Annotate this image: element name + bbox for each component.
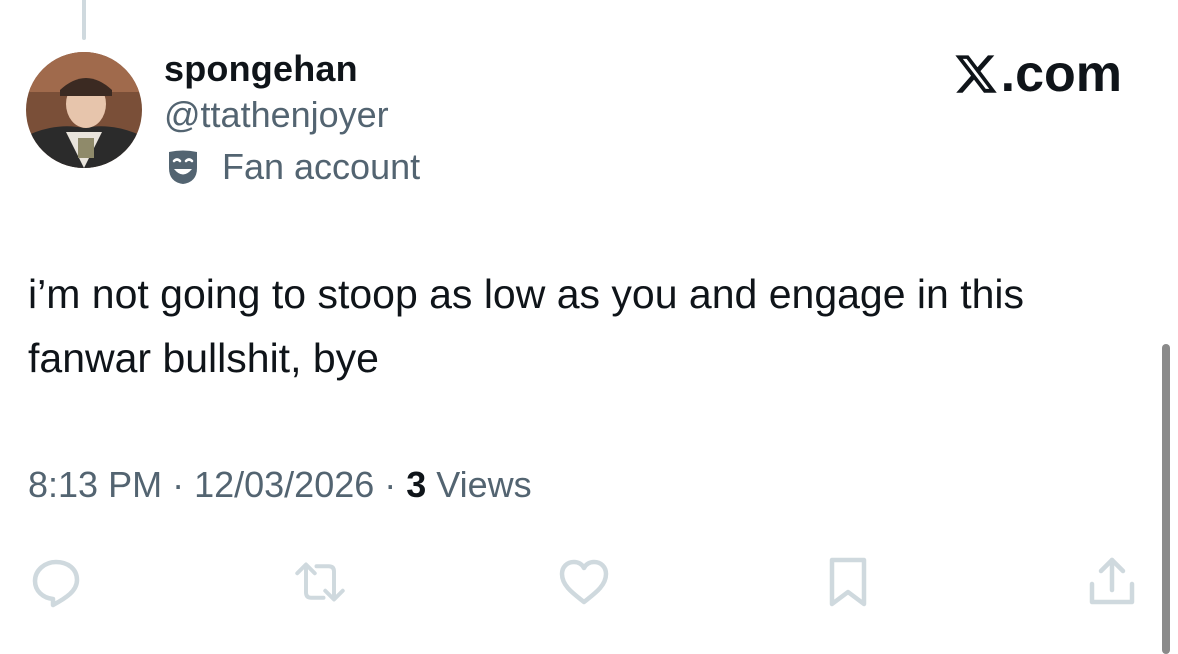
thread-connector-line <box>82 0 86 40</box>
retweet-button[interactable] <box>292 554 348 610</box>
tweet-text: i’m not going to stoop as low as you and… <box>28 271 1025 381</box>
brand-text: .com <box>1000 45 1122 103</box>
like-icon <box>559 559 609 605</box>
share-icon <box>1089 557 1135 605</box>
affiliation-label-row: Fan account <box>164 144 420 190</box>
scrollbar[interactable] <box>1162 344 1170 654</box>
views-label[interactable]: Views <box>426 464 531 505</box>
bookmark-button[interactable] <box>820 554 876 610</box>
theater-mask-icon <box>164 148 202 186</box>
action-bar <box>0 554 1178 610</box>
user-info: spongehan @ttathenjoyer Fan account <box>164 46 420 190</box>
affiliation-label[interactable]: Fan account <box>222 144 420 190</box>
tweet-date[interactable]: 12/03/2026 <box>194 464 374 505</box>
brand-watermark: .com <box>953 44 1122 104</box>
views-count[interactable]: 3 <box>406 464 426 505</box>
x-logo-icon <box>953 51 999 97</box>
avatar[interactable] <box>26 52 142 168</box>
user-handle[interactable]: @ttathenjoyer <box>164 92 420 138</box>
like-button[interactable] <box>556 554 612 610</box>
tweet-time[interactable]: 8:13 PM <box>28 464 162 505</box>
reply-button[interactable] <box>28 554 84 610</box>
display-name[interactable]: spongehan <box>164 46 420 92</box>
retweet-icon <box>295 562 345 602</box>
meta-separator: · <box>162 464 195 505</box>
avatar-image <box>26 52 142 168</box>
meta-separator: · <box>374 464 407 505</box>
bookmark-icon <box>829 557 867 607</box>
reply-icon <box>32 559 80 608</box>
share-button[interactable] <box>1084 554 1140 610</box>
tweet-metadata: 8:13 PM · 12/03/2026 · 3 Views <box>28 462 532 508</box>
